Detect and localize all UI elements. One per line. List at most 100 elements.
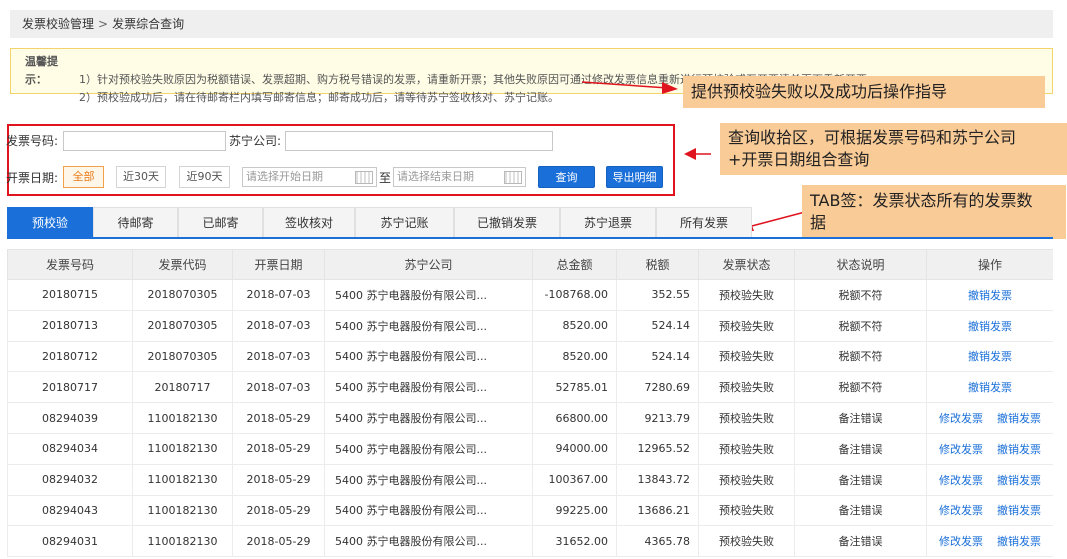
cell-operation: 撤销发票 (926, 309, 1053, 342)
table-row: 08294034 1100182130 2018-05-29 5400 苏宁电器股份有… (7, 432, 1053, 465)
cell-company: 5400 苏宁电器股份有限公司... (324, 371, 533, 404)
cell-issue-date: 2018-05-29 (232, 525, 325, 558)
table-body: 20180715 2018070305 2018-07-03 5400 苏宁电器股份有… (7, 279, 1053, 558)
breadcrumb-level1[interactable]: 发票校验管理 (22, 17, 94, 31)
export-button[interactable]: 导出明细 (606, 166, 663, 188)
edit-invoice-link[interactable]: 修改发票 (939, 412, 983, 425)
edit-invoice-link[interactable]: 修改发票 (939, 504, 983, 517)
cell-issue-date: 2018-07-03 (232, 340, 325, 373)
cell-company: 5400 苏宁电器股份有限公司... (324, 402, 533, 434)
cell-status-desc: 税额不符 (794, 340, 927, 373)
col-header-tax: 税额 (616, 249, 699, 280)
cancel-invoice-link[interactable]: 撤销发票 (968, 320, 1012, 333)
cell-operation: 修改发票 撤销发票 (926, 402, 1053, 434)
cancel-invoice-link[interactable]: 撤销发票 (997, 535, 1041, 548)
cancel-invoice-link[interactable]: 撤销发票 (997, 474, 1041, 487)
cell-total: 31652.00 (532, 525, 617, 558)
cell-invoice-no: 08294031 (7, 525, 133, 558)
cell-tax: 12965.52 (616, 432, 699, 465)
cell-total: 100367.00 (532, 463, 617, 496)
table-row: 20180713 2018070305 2018-07-03 5400 苏宁电器股份有… (7, 309, 1053, 342)
cell-tax: 9213.79 (616, 402, 699, 434)
edit-invoice-link[interactable]: 修改发票 (939, 535, 983, 548)
tips-label: 温馨提示： (25, 55, 58, 86)
tab-cancelled[interactable]: 已撤销发票 (454, 207, 560, 237)
date-all-button[interactable]: 全部 (63, 166, 104, 188)
end-date-placeholder: 请选择结束日期 (397, 170, 474, 183)
cancel-invoice-link[interactable]: 撤销发票 (997, 443, 1041, 456)
callout-tips-text: 提供预校验失败以及成功后操作指导 (691, 82, 948, 101)
cell-invoice-no: 20180717 (7, 371, 133, 404)
cell-status: 预校验失败 (698, 340, 795, 373)
cell-issue-date: 2018-07-03 (232, 279, 325, 311)
tab-suning-accounting[interactable]: 苏宁记账 (355, 207, 454, 237)
cell-status-desc: 税额不符 (794, 371, 927, 404)
col-header-status: 发票状态 (698, 249, 795, 280)
invoice-no-input[interactable] (63, 131, 226, 151)
cancel-invoice-link[interactable]: 撤销发票 (968, 350, 1012, 363)
cell-tax: 4365.78 (616, 525, 699, 558)
cell-invoice-code: 1100182130 (132, 432, 233, 465)
cell-tax: 524.14 (616, 309, 699, 342)
start-date-input[interactable]: 请选择开始日期 (242, 167, 377, 187)
cancel-invoice-link[interactable]: 撤销发票 (997, 412, 1041, 425)
start-date-placeholder: 请选择开始日期 (246, 170, 323, 183)
tab-pre-check[interactable]: 预校验 (7, 207, 93, 237)
cell-total: -108768.00 (532, 279, 617, 311)
col-header-invoice-no: 发票号码 (7, 249, 133, 280)
tab-suning-refund[interactable]: 苏宁退票 (560, 207, 656, 237)
table-header-row: 发票号码 发票代码 开票日期 苏宁公司 总金额 税额 发票状态 状态说明 操作 (7, 249, 1053, 280)
cell-invoice-no: 20180715 (7, 279, 133, 311)
cancel-invoice-link[interactable]: 撤销发票 (968, 289, 1012, 302)
company-input[interactable] (285, 131, 553, 151)
edit-invoice-link[interactable]: 修改发票 (939, 443, 983, 456)
cell-status: 预校验失败 (698, 432, 795, 465)
date-30-button[interactable]: 近30天 (116, 166, 166, 188)
cell-status: 预校验失败 (698, 525, 795, 558)
cell-invoice-no: 20180712 (7, 340, 133, 373)
col-header-invoice-code: 发票代码 (132, 249, 233, 280)
date-90-button[interactable]: 近90天 (179, 166, 230, 188)
tab-all-invoices[interactable]: 所有发票 (656, 207, 752, 237)
cell-status: 预校验失败 (698, 371, 795, 404)
tab-sign-check[interactable]: 签收核对 (263, 207, 355, 237)
edit-invoice-link[interactable]: 修改发票 (939, 474, 983, 487)
callout-tips: 提供预校验失败以及成功后操作指导 (683, 76, 1045, 108)
cancel-invoice-link[interactable]: 撤销发票 (968, 381, 1012, 394)
cell-invoice-code: 1100182130 (132, 463, 233, 496)
cell-status-desc: 税额不符 (794, 309, 927, 342)
col-header-operation: 操作 (926, 249, 1053, 280)
cell-status: 预校验失败 (698, 494, 795, 527)
cell-operation: 修改发票 撤销发票 (926, 432, 1053, 465)
cell-company: 5400 苏宁电器股份有限公司... (324, 279, 533, 311)
cell-invoice-code: 1100182130 (132, 402, 233, 434)
callout-query-line2: +开票日期组合查询 (728, 150, 870, 169)
cell-operation: 修改发票 撤销发票 (926, 494, 1053, 527)
cell-total: 94000.00 (532, 432, 617, 465)
cell-issue-date: 2018-05-29 (232, 402, 325, 434)
cell-company: 5400 苏宁电器股份有限公司... (324, 525, 533, 558)
cell-status-desc: 备注错误 (794, 494, 927, 527)
cell-status-desc: 税额不符 (794, 279, 927, 311)
col-header-issue-date: 开票日期 (232, 249, 325, 280)
query-row-2: 开票日期: 全部 近30天 近90天 请选择开始日期 至 请选择结束日期 查询 … (6, 166, 673, 190)
cancel-invoice-link[interactable]: 撤销发票 (997, 504, 1041, 517)
calendar-icon[interactable] (355, 171, 373, 184)
table-row: 20180717 20180717 2018-07-03 5400 苏宁电器股份有限公… (7, 371, 1053, 404)
cell-issue-date: 2018-05-29 (232, 494, 325, 527)
cell-invoice-code: 1100182130 (132, 525, 233, 558)
tab-mailed[interactable]: 已邮寄 (178, 207, 263, 237)
col-header-company: 苏宁公司 (324, 249, 533, 280)
tab-to-mail[interactable]: 待邮寄 (93, 207, 178, 237)
cell-total: 52785.01 (532, 371, 617, 404)
end-date-input[interactable]: 请选择结束日期 (393, 167, 526, 187)
calendar-icon[interactable] (504, 171, 522, 184)
cell-status: 预校验失败 (698, 463, 795, 496)
search-button[interactable]: 查询 (538, 166, 595, 188)
invoice-table: 发票号码 发票代码 开票日期 苏宁公司 总金额 税额 发票状态 状态说明 操作 … (7, 249, 1053, 558)
table-row: 08294031 1100182130 2018-05-29 5400 苏宁电器股份有… (7, 525, 1053, 558)
cell-invoice-no: 08294039 (7, 402, 133, 434)
cell-company: 5400 苏宁电器股份有限公司... (324, 309, 533, 342)
to-label: 至 (379, 171, 392, 185)
callout-query: 查询收拾区，可根据发票号码和苏宁公司 +开票日期组合查询 (720, 123, 1067, 175)
